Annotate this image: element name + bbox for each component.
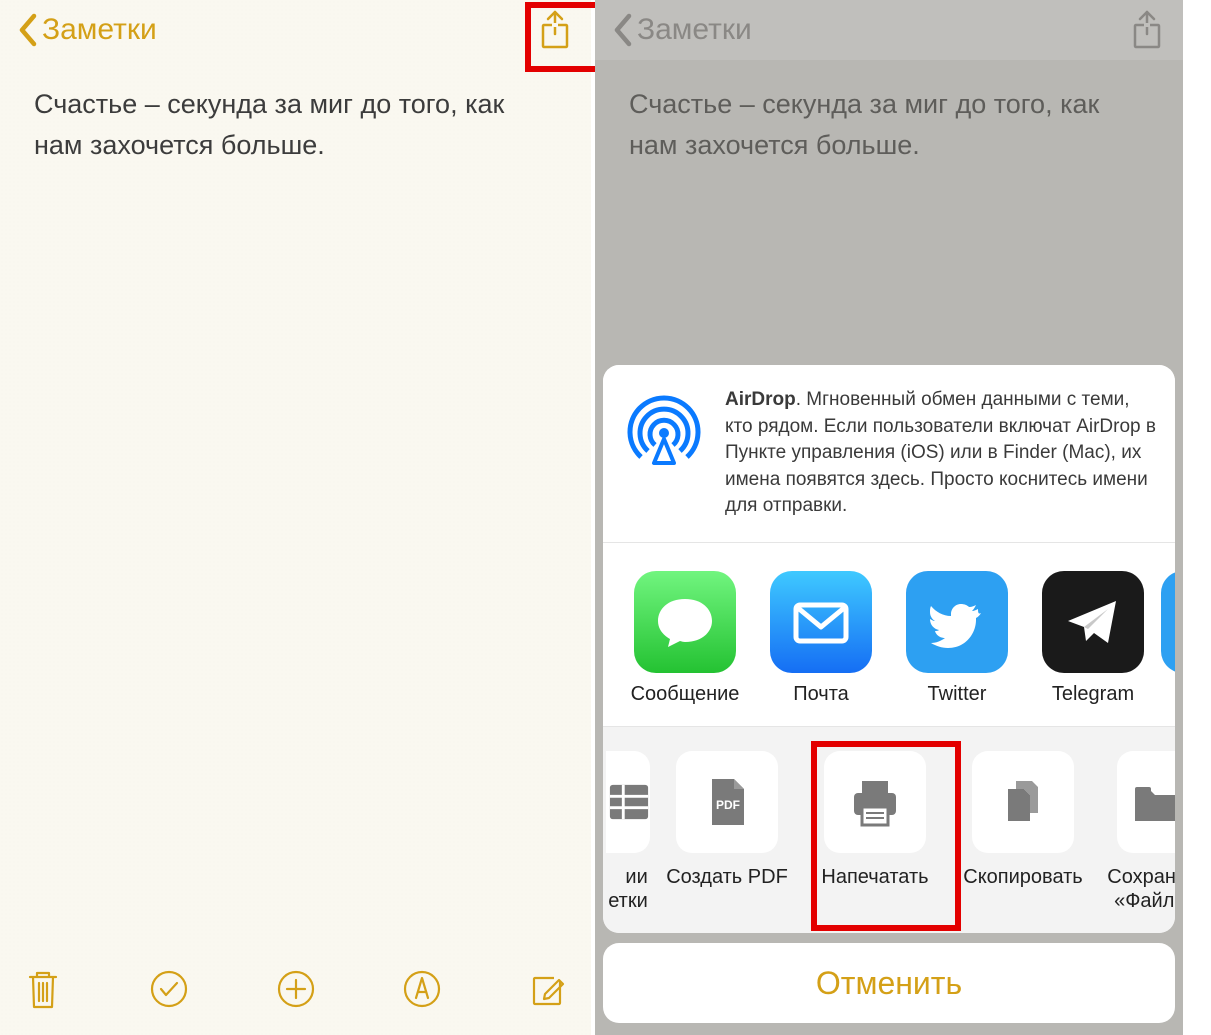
action-partial-left[interactable]: ии етки — [603, 751, 653, 913]
action-label: ии етки — [608, 865, 648, 913]
table-icon — [608, 780, 650, 824]
back-button-dimmed: Заметки — [613, 13, 752, 47]
action-copy[interactable]: Скопировать — [949, 751, 1097, 889]
share-app-overflow[interactable] — [1161, 571, 1175, 706]
navbar-dimmed: Заметки — [595, 0, 1183, 60]
action-label: Скопировать — [963, 865, 1082, 889]
checkmark-circle-icon — [148, 968, 190, 1010]
folder-icon — [1129, 777, 1175, 827]
twitter-icon — [922, 587, 992, 657]
share-app-twitter[interactable]: Twitter — [889, 571, 1025, 706]
printer-icon — [846, 773, 904, 831]
share-app-mail[interactable]: Почта — [753, 571, 889, 706]
action-save-files[interactable]: Сохранить «Файлы» — [1097, 751, 1175, 913]
airdrop-description: AirDrop. Мгновенный обмен данными с теми… — [725, 387, 1157, 520]
trash-icon — [24, 967, 62, 1011]
share-app-messages[interactable]: Сообщение — [617, 571, 753, 706]
action-create-pdf[interactable]: PDF Создать PDF — [653, 751, 801, 889]
checklist-button[interactable] — [144, 964, 194, 1014]
share-actions-row[interactable]: ии етки PDF Создать PDF Напечатать — [603, 727, 1175, 933]
cancel-label: Отменить — [816, 965, 962, 1002]
notes-app-screen-left: Заметки Счастье – секунда за миг до того… — [0, 0, 591, 1035]
telegram-icon — [1058, 587, 1128, 657]
back-label: Заметки — [42, 13, 157, 47]
chevron-back-icon — [613, 13, 633, 47]
cancel-button[interactable]: Отменить — [603, 943, 1175, 1023]
trash-button[interactable] — [18, 964, 68, 1014]
message-icon — [650, 587, 720, 657]
partial-app-icon — [1161, 571, 1175, 673]
mail-icon — [786, 587, 856, 657]
compose-icon — [527, 968, 569, 1010]
add-button[interactable] — [271, 964, 321, 1014]
share-icon — [1129, 8, 1165, 52]
note-content-dimmed: Счастье – секунда за миг до того, как на… — [595, 60, 1183, 189]
share-button[interactable] — [537, 8, 573, 52]
share-card: AirDrop. Мгновенный обмен данными с теми… — [603, 365, 1175, 933]
app-label: Сообщение — [631, 683, 740, 706]
app-label: Почта — [793, 683, 849, 706]
airdrop-section[interactable]: AirDrop. Мгновенный обмен данными с теми… — [603, 365, 1175, 543]
chevron-back-icon — [18, 13, 38, 47]
action-label: Напечатать — [821, 865, 928, 889]
share-button-dimmed — [1129, 8, 1165, 52]
airdrop-icon — [621, 387, 707, 473]
back-button[interactable]: Заметки — [18, 13, 157, 47]
share-app-telegram[interactable]: Telegram — [1025, 571, 1161, 706]
navbar: Заметки — [0, 0, 591, 60]
action-print[interactable]: Напечатать — [801, 751, 949, 889]
compose-button[interactable] — [523, 964, 573, 1014]
action-label: Создать PDF — [666, 865, 788, 889]
svg-text:PDF: PDF — [716, 798, 740, 812]
markup-icon — [401, 968, 443, 1010]
note-content[interactable]: Счастье – секунда за миг до того, как на… — [0, 60, 591, 189]
share-icon — [537, 8, 573, 52]
markup-button[interactable] — [397, 964, 447, 1014]
bottom-toolbar — [0, 953, 591, 1035]
app-label: Telegram — [1052, 683, 1134, 706]
share-sheet: AirDrop. Мгновенный обмен данными с теми… — [595, 357, 1183, 1035]
copy-icon — [996, 775, 1050, 829]
plus-circle-icon — [275, 968, 317, 1010]
back-label: Заметки — [637, 13, 752, 47]
notes-app-screen-right: Заметки Счастье – секунда за миг до того… — [595, 0, 1183, 1035]
app-label: Twitter — [928, 683, 987, 706]
action-label: Сохранить «Файлы» — [1107, 865, 1175, 913]
share-apps-row[interactable]: Сообщение Почта Twitter — [603, 543, 1175, 727]
pdf-icon: PDF — [700, 775, 754, 829]
